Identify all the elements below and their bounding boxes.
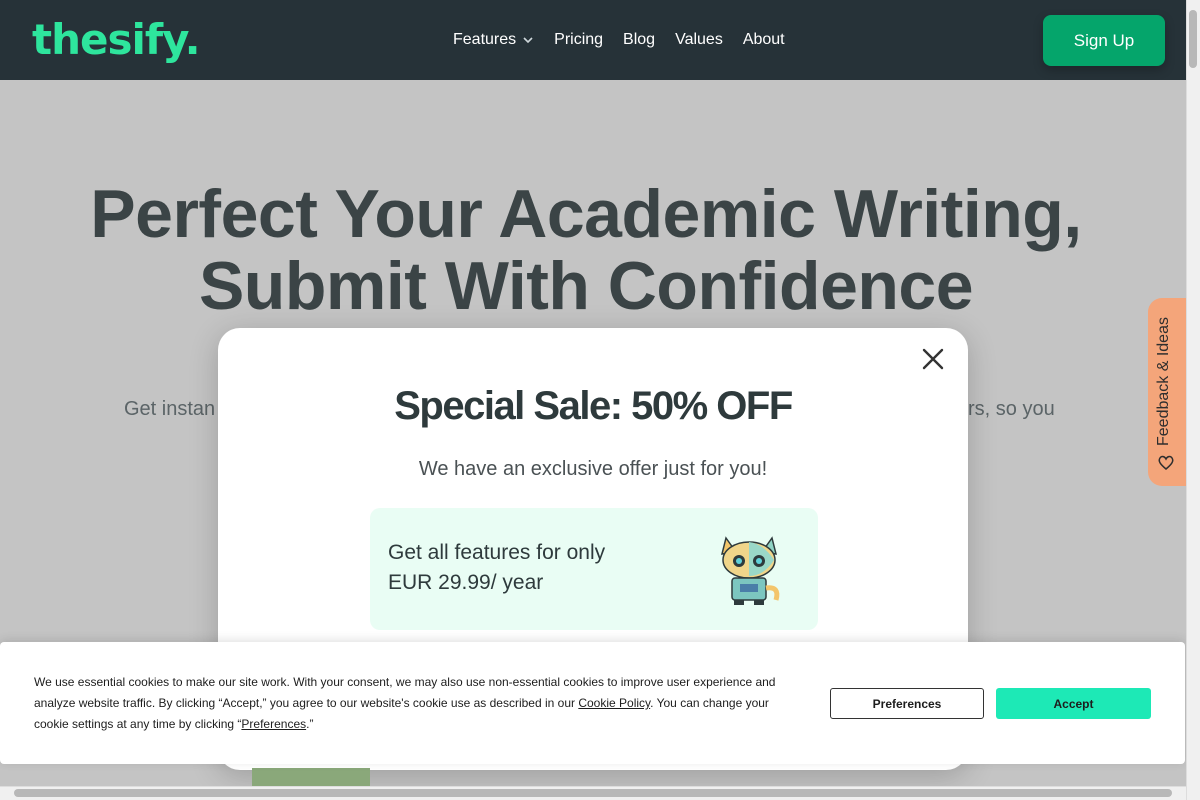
vertical-scrollbar[interactable]	[1186, 0, 1200, 800]
vertical-scrollbar-thumb[interactable]	[1189, 10, 1197, 68]
sign-up-button[interactable]: Sign Up	[1043, 15, 1165, 66]
thesify-logo[interactable]: thesify.	[32, 14, 201, 66]
nav-pricing[interactable]: Pricing	[554, 31, 603, 49]
cookie-preferences-link[interactable]: Preferences	[241, 717, 306, 731]
nav-values[interactable]: Values	[675, 31, 723, 49]
modal-title: Special Sale: 50% OFF	[394, 384, 793, 428]
preferences-button[interactable]: Preferences	[830, 688, 984, 719]
nav-blog[interactable]: Blog	[623, 31, 655, 49]
nav-features-label: Features	[453, 31, 517, 48]
hero-title-line2: Submit With Confidence	[198, 248, 974, 324]
hero-title-line1: Perfect Your Academic Writing,	[90, 176, 1082, 252]
cookie-text: We use essential cookies to make our sit…	[34, 672, 794, 735]
nav-about[interactable]: About	[743, 31, 785, 49]
horizontal-scrollbar-thumb[interactable]	[14, 789, 1172, 797]
offer-line2: EUR 29.99/ year	[388, 571, 544, 594]
cookie-text-part3: .”	[306, 717, 314, 731]
feedback-label: Feedback & Ideas	[1155, 317, 1172, 446]
chevron-down-icon	[523, 37, 533, 44]
nav-features[interactable]: Features	[453, 31, 534, 49]
close-icon[interactable]	[920, 346, 946, 372]
main-nav: Features Pricing Blog Values About	[453, 0, 805, 80]
offer-line1: Get all features for only	[388, 541, 606, 564]
robot-cat-icon	[721, 536, 780, 605]
hero-subtitle-left: Get instan	[124, 398, 216, 420]
feedback-heart-icon	[1158, 455, 1174, 470]
offer-text: Get all features for only EUR 29.99/ yea…	[388, 538, 648, 598]
hero-subtitle-right: rs, so you	[968, 398, 1055, 420]
cookie-policy-link[interactable]: Cookie Policy	[578, 696, 650, 710]
accept-button[interactable]: Accept	[996, 688, 1151, 719]
hero-title: Perfect Your Academic Writing, Submit Wi…	[0, 178, 1172, 322]
site-header: thesify. Features Pricing Blog Values Ab…	[0, 0, 1186, 80]
modal-subtitle: We have an exclusive offer just for you!	[418, 458, 768, 480]
content-image-peek	[252, 768, 370, 788]
